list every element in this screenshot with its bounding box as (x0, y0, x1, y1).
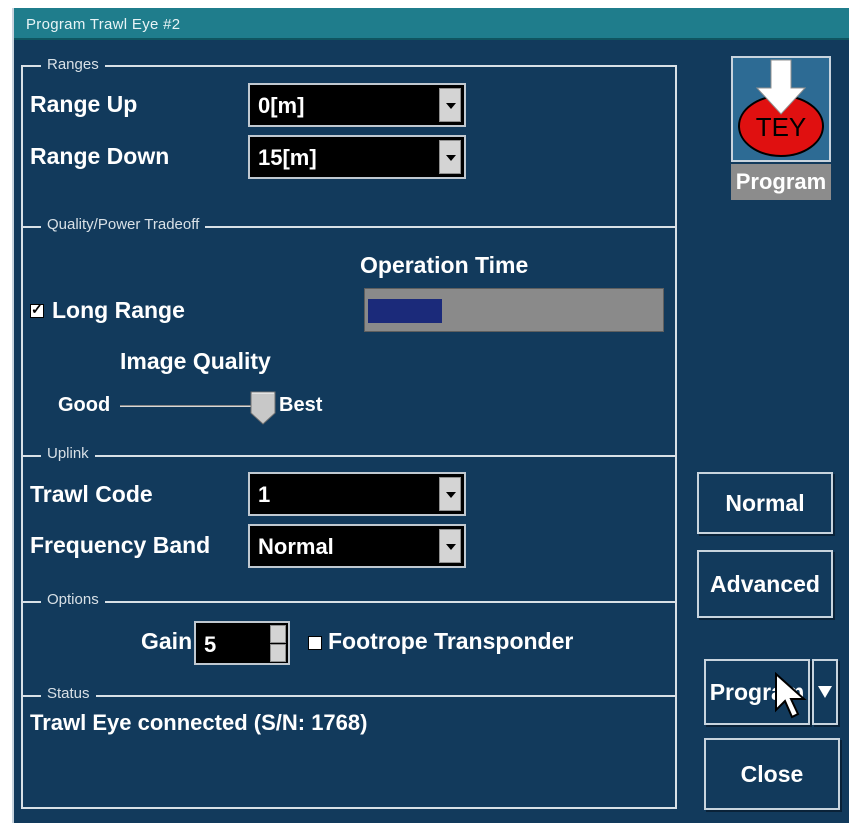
slider-min-label: Good (58, 394, 111, 416)
close-button[interactable]: Close (704, 738, 840, 810)
trawl-code-label: Trawl Code (30, 481, 153, 507)
dropdown-arrow-icon[interactable] (439, 88, 461, 122)
section-label-options: Options (41, 591, 105, 608)
section-divider (21, 455, 677, 457)
window-title: Program Trawl Eye #2 (26, 16, 181, 33)
range-down-value: 15[m] (258, 145, 317, 170)
section-label-status: Status (41, 685, 96, 702)
range-up-select[interactable]: 0[m] (248, 83, 466, 127)
spin-down-icon[interactable] (270, 644, 286, 662)
program-dropdown-button[interactable] (812, 659, 838, 725)
range-up-label: Range Up (30, 91, 138, 117)
section-divider (21, 695, 677, 697)
advanced-button[interactable]: Advanced (697, 550, 833, 618)
section-label-uplink: Uplink (41, 445, 95, 462)
footrope-checkbox[interactable] (308, 636, 322, 650)
title-bar[interactable]: Program Trawl Eye #2 (14, 8, 849, 40)
frequency-band-select[interactable]: Normal (248, 524, 466, 568)
dropdown-arrow-icon[interactable] (439, 529, 461, 563)
image-quality-label: Image Quality (120, 348, 271, 374)
trawl-code-value: 1 (258, 482, 271, 507)
trawl-code-select[interactable]: 1 (248, 472, 466, 516)
slider-max-label: Best (279, 394, 323, 416)
gain-spinner[interactable]: 5 (194, 621, 290, 665)
operation-time-fill (368, 299, 442, 323)
gain-value: 5 (204, 632, 217, 657)
section-divider (21, 601, 677, 603)
frequency-band-label: Frequency Band (30, 532, 211, 558)
operation-time-label: Operation Time (360, 252, 529, 278)
section-label-tradeoff: Quality/Power Tradeoff (41, 216, 206, 233)
normal-button[interactable]: Normal (697, 472, 833, 534)
spin-up-icon[interactable] (270, 625, 286, 643)
program-icon-button[interactable]: TEY Program (729, 54, 833, 206)
range-up-value: 0[m] (258, 93, 305, 118)
frequency-band-value: Normal (258, 534, 334, 559)
tey-badge-text: TEY (756, 112, 807, 142)
dropdown-arrow-icon[interactable] (439, 140, 461, 174)
range-down-label: Range Down (30, 143, 170, 169)
image-quality-slider-thumb[interactable] (250, 391, 276, 425)
long-range-checkbox[interactable] (30, 301, 44, 318)
gain-label: Gain (141, 628, 193, 654)
dropdown-arrow-icon[interactable] (439, 477, 461, 511)
footrope-label: Footrope Transponder (328, 628, 574, 654)
chevron-down-icon (818, 686, 832, 698)
program-dialog: Program Trawl Eye #2 Ranges Range Up 0[m… (12, 8, 849, 823)
mouse-cursor-icon (775, 672, 807, 719)
range-down-select[interactable]: 15[m] (248, 135, 466, 179)
operation-time-bar (364, 288, 664, 332)
section-label-ranges: Ranges (41, 56, 105, 73)
image-quality-slider-track[interactable] (120, 405, 264, 407)
status-text: Trawl Eye connected (S/N: 1768) (30, 710, 368, 735)
program-image: TEY (731, 56, 831, 162)
long-range-label: Long Range (52, 297, 185, 323)
program-icon-label: Program (731, 164, 831, 200)
